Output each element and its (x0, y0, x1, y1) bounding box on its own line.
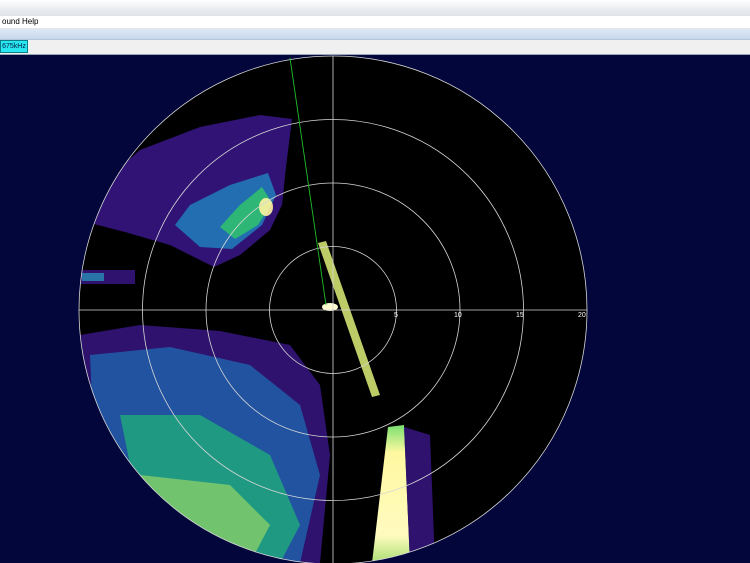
echo-region-left-core (82, 273, 104, 281)
range-label-10: 10 (454, 312, 462, 319)
tab-bar: 675kHz (0, 40, 750, 55)
toolbar (0, 29, 750, 40)
menu-sound[interactable]: ound (1, 16, 21, 28)
echo-hotspot (259, 198, 273, 216)
range-label-20: 20 (578, 312, 586, 319)
range-label-5: 5 (394, 312, 398, 319)
menu-bar: ound Help (0, 16, 750, 29)
range-label-15: 15 (516, 312, 524, 319)
window-title-bar (0, 0, 750, 16)
tab-frequency[interactable]: 675kHz (0, 40, 28, 53)
sonar-display[interactable]: 5 10 15 20 (0, 55, 750, 563)
menu-help[interactable]: Help (21, 16, 39, 28)
sonar-image: 5 10 15 20 (78, 55, 588, 563)
